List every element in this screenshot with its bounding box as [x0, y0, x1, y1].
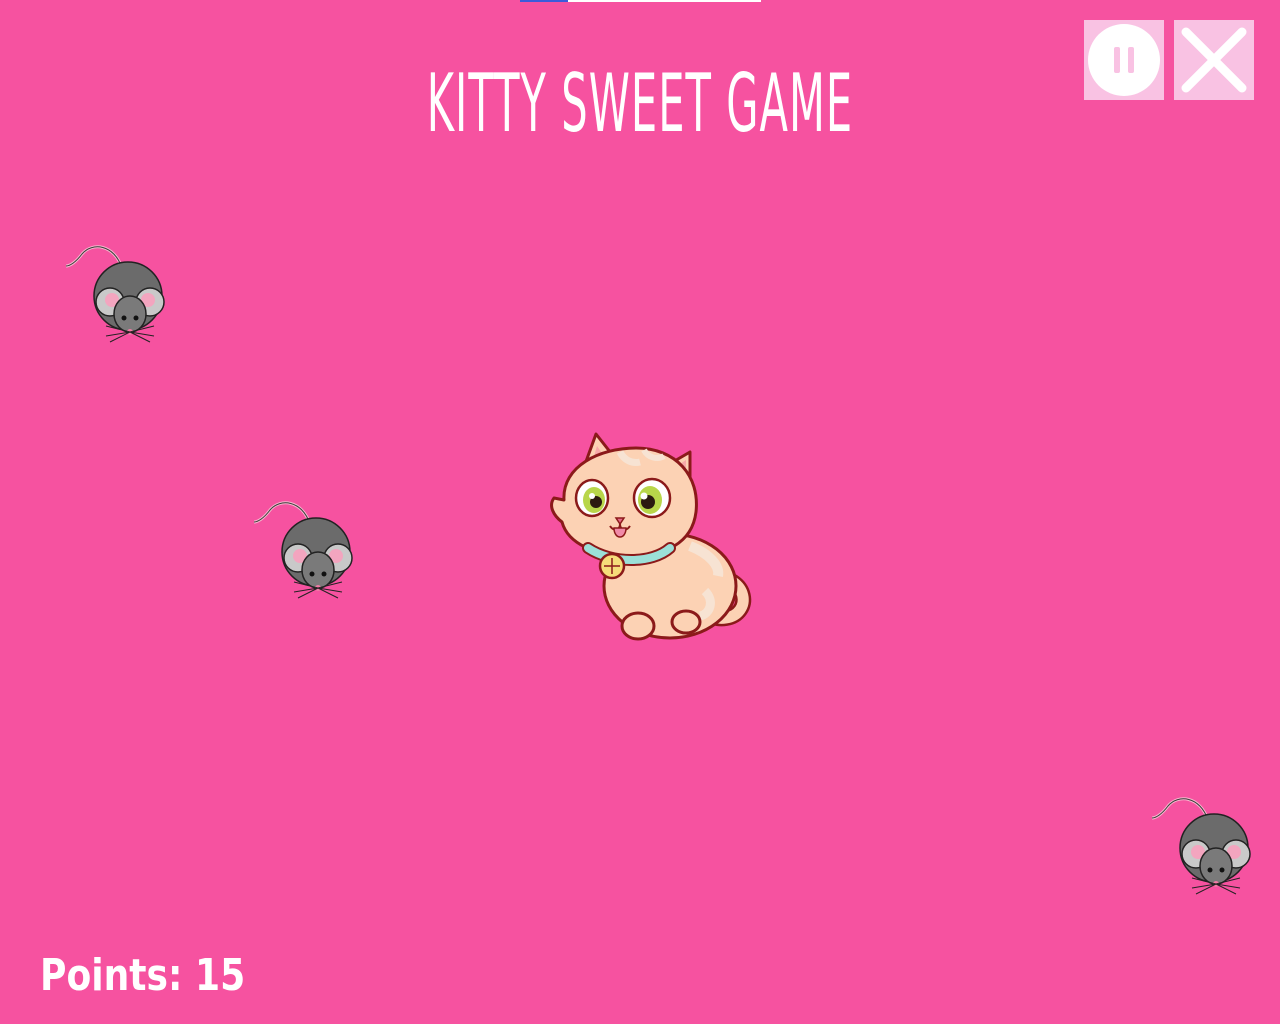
mouse-enemy[interactable]	[250, 496, 360, 606]
progress-bar	[520, 0, 761, 2]
kitty-player[interactable]	[540, 426, 760, 648]
mouse-enemy[interactable]	[1148, 792, 1258, 902]
pause-icon	[1088, 24, 1160, 96]
close-button[interactable]	[1174, 20, 1254, 100]
close-icon	[1181, 27, 1247, 93]
pause-button[interactable]	[1084, 20, 1164, 100]
progress-bar-fill	[520, 0, 569, 2]
mouse-enemy[interactable]	[62, 240, 172, 350]
game-title: KITTY SWEET GAME	[426, 57, 854, 150]
points-label: Points: 15	[40, 950, 246, 1001]
points-counter: Points: 15	[40, 950, 245, 1001]
